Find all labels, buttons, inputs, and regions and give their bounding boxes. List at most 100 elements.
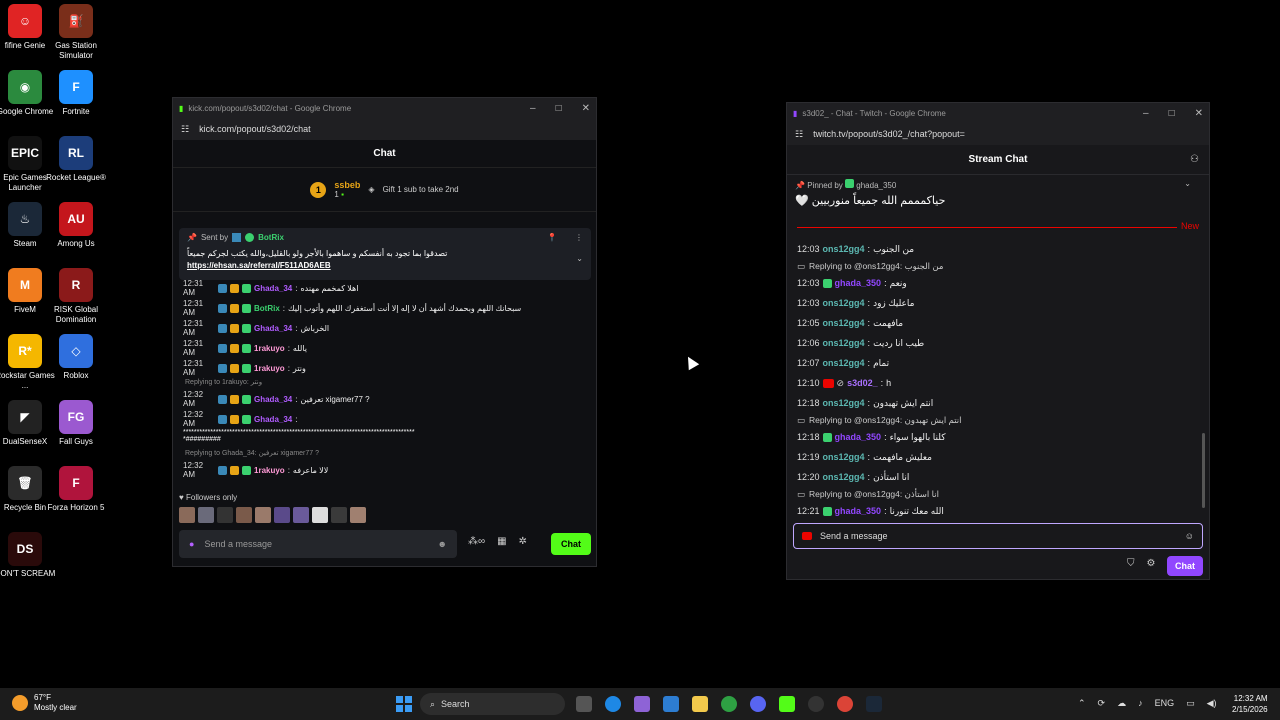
- scrollbar[interactable]: [1202, 433, 1205, 508]
- taskbar-search[interactable]: ⌕ Search: [420, 693, 565, 715]
- close-icon[interactable]: ✕: [1195, 108, 1203, 119]
- expand-pinned-icon[interactable]: ⌄: [1184, 179, 1191, 188]
- more-options-icon[interactable]: ⋮: [575, 233, 583, 242]
- maximize-icon[interactable]: □: [1169, 108, 1175, 119]
- avatar[interactable]: [217, 507, 233, 523]
- username[interactable]: ons12gg4: [823, 298, 865, 308]
- username[interactable]: Ghada_34: [254, 415, 292, 424]
- cloud-icon[interactable]: ☁: [1117, 698, 1126, 709]
- xbox-icon[interactable]: [721, 696, 737, 712]
- file-explorer-icon[interactable]: [692, 696, 708, 712]
- username[interactable]: ghada_350: [835, 278, 882, 288]
- username[interactable]: Ghada_34: [254, 324, 292, 333]
- maximize-icon[interactable]: □: [556, 103, 562, 114]
- language-indicator[interactable]: ENG: [1155, 698, 1175, 709]
- avatar[interactable]: [274, 507, 290, 523]
- kick-titlebar[interactable]: ▮ kick.com/popout/s3d02/chat - Google Ch…: [173, 98, 596, 118]
- gift-sub-text[interactable]: Gift 1 sub to take 2nd: [383, 185, 459, 194]
- username[interactable]: ghada_350: [835, 432, 882, 442]
- camera-icon[interactable]: [802, 532, 812, 540]
- emoji-icon[interactable]: ☻: [438, 539, 447, 549]
- desktop-icon[interactable]: RL Rocket League®: [45, 136, 107, 183]
- username[interactable]: s3d02_: [847, 378, 878, 388]
- username[interactable]: ghada_350: [835, 506, 882, 516]
- twitch-message-input[interactable]: Send a message ☺: [793, 523, 1203, 549]
- volume-icon[interactable]: ◀): [1207, 698, 1217, 709]
- stream-chat-header: Stream Chat ⚇: [787, 145, 1209, 175]
- points-icon[interactable]: ⁂∞: [468, 536, 485, 547]
- desktop-icon[interactable]: DS DON'T SCREAM: [0, 532, 56, 579]
- username[interactable]: ons12gg4: [823, 318, 865, 328]
- sync-icon[interactable]: ⟳: [1098, 698, 1106, 709]
- emote-icon[interactable]: ☺: [1185, 531, 1194, 541]
- username[interactable]: ons12gg4: [823, 244, 865, 254]
- discord-icon[interactable]: [750, 696, 766, 712]
- username[interactable]: Ghada_34: [254, 395, 292, 404]
- desktop-icon[interactable]: R RISK Global Domination: [45, 268, 107, 325]
- obs-icon[interactable]: [808, 696, 824, 712]
- username[interactable]: BotRix: [254, 304, 280, 313]
- start-button[interactable]: [396, 696, 412, 712]
- username[interactable]: ons12gg4: [823, 358, 865, 368]
- username[interactable]: Ghada_34: [254, 284, 292, 293]
- shield-icon[interactable]: ⛉: [1127, 558, 1135, 569]
- avatar[interactable]: [312, 507, 328, 523]
- username[interactable]: ons12gg4: [823, 338, 865, 348]
- username[interactable]: 1rakuyo: [254, 466, 285, 475]
- desktop-icon[interactable]: ◇ Roblox: [45, 334, 107, 381]
- chrome-icon[interactable]: [837, 696, 853, 712]
- unpin-icon[interactable]: 📍: [547, 233, 557, 242]
- username[interactable]: 1rakuyo: [254, 344, 285, 353]
- microphone-icon[interactable]: ♪: [1138, 698, 1143, 709]
- pinned-user[interactable]: ghada_350: [856, 181, 896, 190]
- kick-address-bar[interactable]: ☷ kick.com/popout/s3d02/chat: [173, 118, 596, 140]
- clock[interactable]: 12:32 AM 2/15/2026: [1232, 693, 1268, 715]
- close-icon[interactable]: ✕: [582, 103, 590, 114]
- kick-app-icon[interactable]: [779, 696, 795, 712]
- twitch-address-bar[interactable]: ☷ twitch.tv/popout/s3d02_/chat?popout=: [787, 123, 1209, 145]
- avatar[interactable]: [350, 507, 366, 523]
- username[interactable]: ons12gg4: [823, 472, 865, 482]
- settings-icon[interactable]: ✲: [519, 536, 527, 547]
- url-text: twitch.tv/popout/s3d02_/chat?popout=: [813, 129, 965, 139]
- avatar[interactable]: [236, 507, 252, 523]
- avatar[interactable]: [255, 507, 271, 523]
- username[interactable]: ons12gg4: [823, 398, 865, 408]
- settings-icon[interactable]: ⚙: [1147, 558, 1156, 569]
- desktop-icon[interactable]: F Forza Horizon 5: [45, 466, 107, 513]
- chevron-up-icon[interactable]: ⌃: [1078, 698, 1086, 709]
- kick-message-input[interactable]: ● Send a message ☻: [179, 530, 457, 558]
- copilot-icon[interactable]: [634, 696, 650, 712]
- avatar[interactable]: [198, 507, 214, 523]
- avatar[interactable]: [293, 507, 309, 523]
- twitch-chat-button[interactable]: Chat: [1167, 556, 1203, 576]
- desktop-icon[interactable]: FG Fall Guys: [45, 400, 107, 447]
- viewer-avatars: [179, 507, 366, 523]
- expand-pinned-icon[interactable]: ⌄: [576, 254, 583, 263]
- minimize-icon[interactable]: –: [1143, 108, 1149, 119]
- pinned-link[interactable]: https://ehsan.sa/referral/F511AD6AEB: [187, 261, 331, 270]
- minimize-icon[interactable]: –: [530, 103, 536, 114]
- network-icon[interactable]: ▭: [1186, 698, 1195, 709]
- desktop-icon[interactable]: ⛽ Gas Station Simulator: [45, 4, 107, 61]
- message-text: يالله: [292, 343, 307, 353]
- desktop-icon[interactable]: F Fortnite: [45, 70, 107, 117]
- users-icon[interactable]: ⚇: [1190, 154, 1199, 165]
- store-icon[interactable]: [663, 696, 679, 712]
- twitch-titlebar[interactable]: ▮ s3d02_ - Chat - Twitch - Google Chrome…: [787, 103, 1209, 123]
- username[interactable]: ons12gg4: [823, 452, 865, 462]
- site-info-icon[interactable]: ☷: [795, 129, 803, 140]
- avatar[interactable]: [331, 507, 347, 523]
- edge-icon[interactable]: [605, 696, 621, 712]
- username[interactable]: 1rakuyo: [254, 364, 285, 373]
- pinned-user[interactable]: BotRix: [258, 233, 284, 242]
- kick-chat-button[interactable]: Chat: [551, 533, 591, 555]
- steam-icon[interactable]: [866, 696, 882, 712]
- store-icon[interactable]: ▦: [497, 536, 506, 547]
- site-info-icon[interactable]: ☷: [181, 124, 189, 135]
- avatar[interactable]: [179, 507, 195, 523]
- mic-icon[interactable]: ●: [189, 539, 194, 549]
- desktop-icon[interactable]: AU Among Us: [45, 202, 107, 249]
- task-view-icon[interactable]: [576, 696, 592, 712]
- weather-widget[interactable]: 67°F Mostly clear: [12, 693, 77, 713]
